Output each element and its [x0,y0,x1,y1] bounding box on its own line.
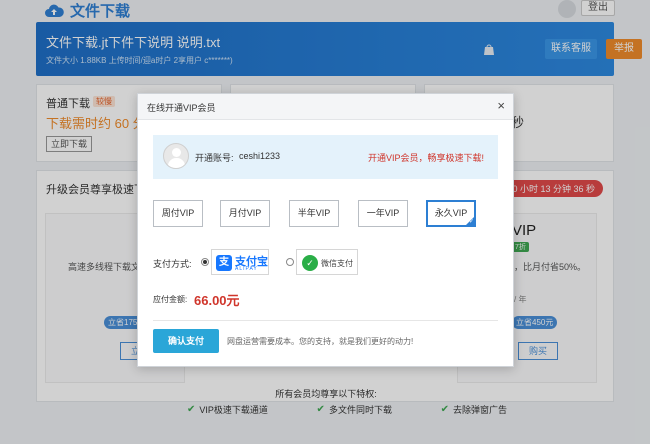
promo-text: 开通VIP会员，畅享极速下载! [367,153,484,163]
vip-option-yearly[interactable]: 一年VIP [358,200,408,227]
amount-value: 66.00元 [194,293,240,308]
vip-option-monthly[interactable]: 月付VIP [220,200,270,227]
amount-label: 应付金额: [153,295,188,304]
wechat-radio[interactable] [286,258,294,266]
modal-header: 在线开通VIP会员 × [138,94,513,120]
payment-method-label: 支付方式: [153,259,192,269]
modal-title: 在线开通VIP会员 [147,103,216,113]
confirm-payment-button[interactable]: 确认支付 [153,329,219,353]
alipay-radio[interactable] [201,258,209,266]
alipay-sublabel: ALIPAY [235,266,258,272]
vip-purchase-modal: 在线开通VIP会员 × 开通账号: ceshi1233 开通VIP会员，畅享极速… [137,93,514,367]
close-icon[interactable]: × [497,98,505,114]
alipay-icon: 支 [216,255,232,271]
support-note: 网盘运营需要成本。您的支持，就是我们更好的动力! [227,337,414,346]
wechat-icon: ✓ [302,255,318,271]
check-icon: ✓ [468,219,474,225]
vip-option-lifetime[interactable]: 永久VIP ✓ [426,200,476,227]
account-name: ceshi1233 [239,151,281,161]
vip-option-halfyear[interactable]: 半年VIP [289,200,339,227]
divider [153,320,498,321]
vip-option-label: 永久VIP [434,208,468,218]
vip-option-weekly[interactable]: 周付VIP [153,200,203,227]
wechat-pay-option[interactable]: ✓ 微信支付 [296,249,358,275]
account-info-box: 开通账号: ceshi1233 开通VIP会员，畅享极速下载! [153,135,498,179]
account-label: 开通账号: [195,153,234,163]
wechat-label: 微信支付 [321,259,353,268]
alipay-option[interactable]: 支 支付宝 ALIPAY [211,249,269,275]
avatar [163,143,189,169]
